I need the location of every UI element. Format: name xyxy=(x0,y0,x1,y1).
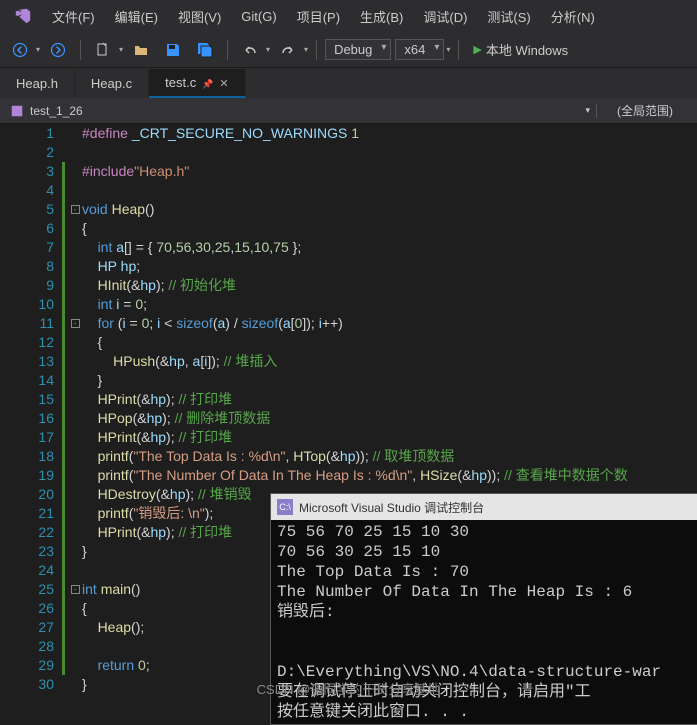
redo-dropdown[interactable]: ▾ xyxy=(304,45,308,54)
console-output[interactable]: 75 56 70 25 15 10 30 70 56 30 25 15 10 T… xyxy=(271,520,697,724)
navbar: test_1_26 ▾ (全局范围) xyxy=(0,98,697,124)
tabbar: Heap.h Heap.c test.c📌✕ xyxy=(0,68,697,98)
fold-toggle[interactable]: - xyxy=(71,585,80,594)
vs-logo-icon xyxy=(14,6,34,26)
tab-test-c[interactable]: test.c📌✕ xyxy=(149,69,246,98)
redo-button[interactable] xyxy=(274,36,302,64)
fold-toggle[interactable]: - xyxy=(71,205,80,214)
menu-file[interactable]: 文件(F) xyxy=(42,1,105,32)
tab-heap-c[interactable]: Heap.c xyxy=(75,70,149,97)
play-icon: ▶ xyxy=(473,43,481,56)
menu-debug[interactable]: 调试(D) xyxy=(413,1,477,32)
debug-console: C:\ Microsoft Visual Studio 调试控制台 75 56 … xyxy=(270,493,697,725)
forward-button[interactable] xyxy=(44,36,72,64)
nav-scope-select[interactable]: test_1_26 ▾ xyxy=(4,104,597,118)
save-button[interactable] xyxy=(159,36,187,64)
project-icon xyxy=(10,104,24,118)
tab-heap-h[interactable]: Heap.h xyxy=(0,70,75,97)
configuration-select[interactable]: Debug xyxy=(325,39,391,60)
back-history-dropdown[interactable]: ▾ xyxy=(36,45,40,54)
console-title-text: Microsoft Visual Studio 调试控制台 xyxy=(299,499,484,516)
run-label: 本地 Windows xyxy=(486,40,568,59)
menu-analyze[interactable]: 分析(N) xyxy=(541,1,605,32)
separator xyxy=(316,40,317,60)
console-icon: C:\ xyxy=(277,499,293,515)
toolbar: ▾ ▾ ▾ ▾ Debug x64 ▾ ▶ 本地 Windows xyxy=(0,32,697,68)
undo-button[interactable] xyxy=(236,36,264,64)
console-titlebar[interactable]: C:\ Microsoft Visual Studio 调试控制台 xyxy=(271,494,697,520)
start-debugging-button[interactable]: ▶ 本地 Windows xyxy=(467,40,574,59)
separator xyxy=(80,40,81,60)
menu-view[interactable]: 视图(V) xyxy=(168,1,231,32)
menu-test[interactable]: 测试(S) xyxy=(477,1,540,32)
menu-git[interactable]: Git(G) xyxy=(231,3,286,30)
save-all-button[interactable] xyxy=(191,36,219,64)
back-button[interactable] xyxy=(6,36,34,64)
nav-global-select[interactable]: (全局范围) xyxy=(597,102,693,119)
fold-column: - - - xyxy=(68,124,82,704)
fold-toggle[interactable]: - xyxy=(71,319,80,328)
open-file-button[interactable] xyxy=(127,36,155,64)
pin-icon[interactable]: 📌 xyxy=(202,79,213,89)
platform-dropdown[interactable]: ▾ xyxy=(446,45,450,54)
menu-build[interactable]: 生成(B) xyxy=(350,1,413,32)
menubar: 文件(F) 编辑(E) 视图(V) Git(G) 项目(P) 生成(B) 调试(… xyxy=(0,0,697,32)
menu-project[interactable]: 项目(P) xyxy=(287,1,350,32)
close-icon[interactable]: ✕ xyxy=(219,78,228,90)
undo-dropdown[interactable]: ▾ xyxy=(266,45,270,54)
separator xyxy=(458,40,459,60)
platform-select[interactable]: x64 xyxy=(395,39,444,60)
menu-edit[interactable]: 编辑(E) xyxy=(105,1,168,32)
separator xyxy=(227,40,228,60)
line-number-gutter: 1234567891011121314151617181920212223242… xyxy=(0,124,62,704)
new-file-dropdown[interactable]: ▾ xyxy=(119,45,123,54)
new-file-button[interactable] xyxy=(89,36,117,64)
